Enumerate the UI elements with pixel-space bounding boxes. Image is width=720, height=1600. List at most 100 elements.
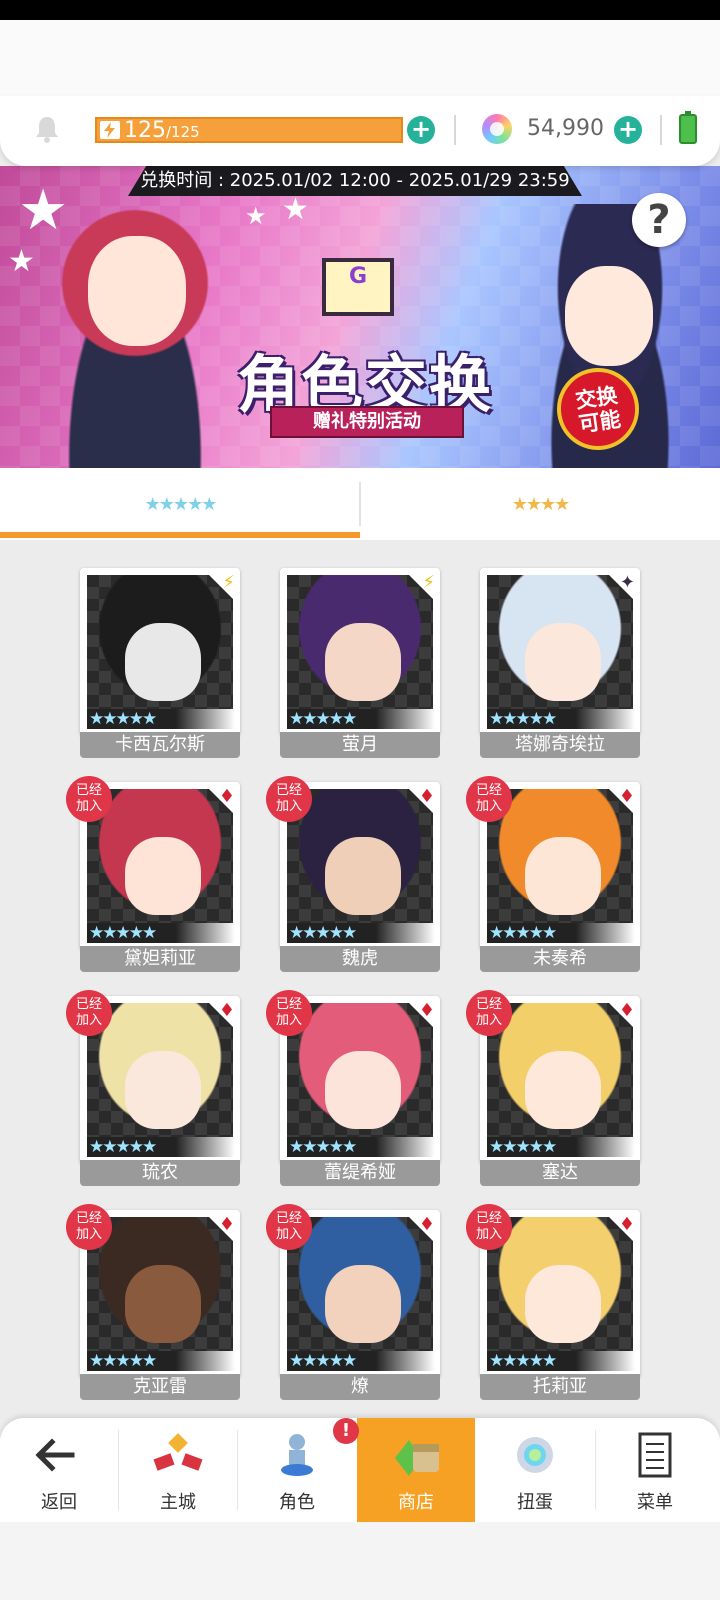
joined-label-line2: 加入	[75, 799, 102, 814]
character-art	[87, 575, 233, 709]
energy-bar: 125/125	[95, 117, 403, 143]
joined-badge: 已经 加入	[266, 1204, 312, 1250]
nav-menu[interactable]: 菜单	[596, 1418, 714, 1522]
character-name: 塔娜奇埃拉	[480, 732, 640, 758]
nav-character-label: 角色	[279, 1492, 315, 1513]
tab-active-indicator	[0, 532, 360, 538]
joined-label-line1: 已经	[75, 1211, 102, 1226]
character-name: 克亚雷	[80, 1374, 240, 1400]
character-card[interactable]: ✦ ★★★★★ 塔娜奇埃拉	[480, 568, 640, 758]
character-face	[525, 623, 601, 701]
character-name: 萤月	[280, 732, 440, 758]
star-icon: ★	[8, 244, 35, 279]
menu-list-icon	[638, 1432, 672, 1478]
character-face	[525, 1265, 601, 1343]
joined-label-line1: 已经	[275, 783, 302, 798]
add-gems-button[interactable]: +	[614, 116, 642, 144]
tab-five-star[interactable]: ★★★★★	[0, 468, 360, 540]
star-icon: ★	[282, 192, 309, 227]
nav-menu-label: 菜单	[637, 1492, 673, 1513]
system-status-bar	[0, 0, 720, 20]
character-name: 蕾缇希娅	[280, 1160, 440, 1186]
castle-icon	[153, 1433, 203, 1471]
top-spacer	[0, 20, 720, 100]
character-card[interactable]: ♦ ★★★★★ 黛妲莉亚 已经 加入	[66, 776, 240, 972]
red-suit-icon: ♦	[418, 786, 435, 807]
red-suit-icon: ♦	[218, 786, 235, 807]
gem-icon	[482, 114, 512, 144]
joined-label-line1: 已经	[75, 997, 102, 1012]
star-rating: ★★★★★	[287, 1137, 435, 1157]
joined-badge: 已经 加入	[66, 1204, 112, 1250]
character-card[interactable]: ♦ ★★★★★ 塞达 已经 加入	[466, 990, 640, 1186]
character-name: 托莉亚	[480, 1374, 640, 1400]
red-suit-icon: ♦	[618, 1214, 635, 1235]
system-navigation-area	[0, 1522, 720, 1600]
character-card[interactable]: ♦ ★★★★★ 琉农 已经 加入	[66, 990, 240, 1186]
nav-gacha[interactable]: 扭蛋	[476, 1418, 594, 1522]
joined-label-line1: 已经	[275, 997, 302, 1012]
exchange-period: 兑换时间 : 2025.01/02 12:00 - 2025.01/29 23:…	[128, 166, 582, 196]
four-star-rating: ★★★★	[511, 494, 571, 515]
character-name: 卡西瓦尔斯	[80, 732, 240, 758]
star-rating: ★★★★★	[487, 709, 635, 729]
character-name: 未奏希	[480, 946, 640, 972]
dark-star-icon: ✦	[619, 572, 635, 593]
nav-back-button[interactable]: 返回	[0, 1418, 118, 1522]
joined-label-line2: 加入	[475, 1013, 502, 1028]
add-energy-button[interactable]: +	[407, 116, 435, 144]
nav-shop[interactable]: 商店	[357, 1418, 475, 1522]
joined-label-line2: 加入	[275, 1013, 302, 1028]
character-card[interactable]: ♦ ★★★★★ 魏虎 已经 加入	[266, 776, 440, 972]
character-card[interactable]: ♦ ★★★★★ 克亚雷 已经 加入	[66, 1204, 240, 1400]
red-suit-icon: ♦	[618, 786, 635, 807]
star-rating: ★★★★★	[87, 1351, 235, 1371]
red-suit-icon: ♦	[218, 1000, 235, 1021]
character-card[interactable]: ♦ ★★★★★ 托莉亚 已经 加入	[466, 1204, 640, 1400]
character-name: 黛妲莉亚	[80, 946, 240, 972]
nav-main-city[interactable]: 主城	[119, 1418, 237, 1522]
character-face	[125, 837, 201, 915]
five-star-rating: ★★★★★	[144, 494, 218, 515]
tab-four-star[interactable]: ★★★★	[360, 468, 720, 540]
joined-badge: 已经 加入	[66, 990, 112, 1036]
character-card[interactable]: ♦ ★★★★★ 未奏希 已经 加入	[466, 776, 640, 972]
character-face	[325, 1265, 401, 1343]
joined-badge: 已经 加入	[466, 990, 512, 1036]
red-suit-icon: ♦	[418, 1000, 435, 1021]
banner-character-right-face	[565, 266, 653, 366]
character-card[interactable]: ♦ ★★★★★ 燎 已经 加入	[266, 1204, 440, 1400]
nav-main-city-label: 主城	[160, 1492, 196, 1513]
star-rating: ★★★★★	[287, 923, 435, 943]
gem-count: 54,990	[527, 116, 604, 141]
character-art	[287, 575, 433, 709]
joined-label-line1: 已经	[275, 1211, 302, 1226]
star-rating: ★★★★★	[287, 1351, 435, 1371]
lightning-icon: ⚡	[222, 572, 235, 593]
character-face	[125, 1265, 201, 1343]
banner-subtitle: 赠礼特别活动	[270, 406, 464, 438]
character-portrait: ⚡ ★★★★★	[80, 568, 240, 736]
joined-badge: 已经 加入	[66, 776, 112, 822]
joined-badge: 已经 加入	[266, 990, 312, 1036]
character-card[interactable]: ♦ ★★★★★ 蕾缇希娅 已经 加入	[266, 990, 440, 1186]
battery-icon	[679, 111, 697, 144]
star-rating: ★★★★★	[487, 1351, 635, 1371]
help-button[interactable]: ?	[632, 193, 686, 247]
hud-divider	[454, 115, 456, 145]
star-rating: ★★★★★	[487, 1137, 635, 1157]
joined-label-line1: 已经	[75, 783, 102, 798]
character-name: 魏虎	[280, 946, 440, 972]
bell-icon[interactable]	[32, 114, 62, 144]
joined-label-line1: 已经	[475, 1211, 502, 1226]
gacha-capsule-icon	[517, 1437, 553, 1473]
character-face	[325, 837, 401, 915]
red-suit-icon: ♦	[418, 1214, 435, 1235]
joined-label-line2: 加入	[75, 1013, 102, 1028]
character-card[interactable]: ⚡ ★★★★★ 卡西瓦尔斯	[80, 568, 240, 758]
character-card[interactable]: ⚡ ★★★★★ 萤月	[280, 568, 440, 758]
banner-character-left-face	[88, 236, 186, 346]
character-alert-badge: !	[333, 1418, 359, 1444]
resource-hud: 125/125 + 54,990 +	[0, 96, 720, 166]
character-face	[125, 623, 201, 701]
